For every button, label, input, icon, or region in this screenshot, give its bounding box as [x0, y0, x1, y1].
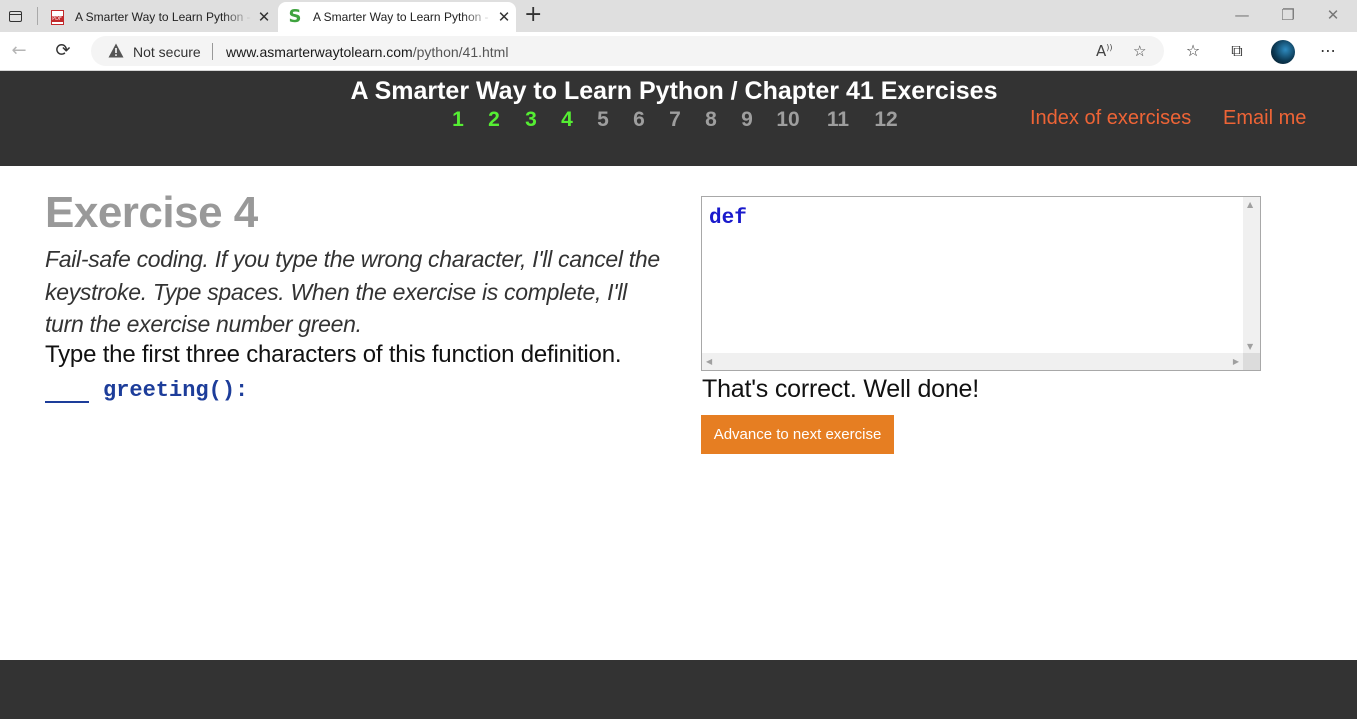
tab-separator: [37, 7, 38, 25]
new-tab-button[interactable]: +: [524, 4, 542, 26]
site-footer: [0, 660, 1357, 719]
exercise-number-12[interactable]: 12: [872, 108, 900, 132]
exercise-task: Type the first three characters of this …: [45, 341, 622, 368]
exercise-number-2[interactable]: 2: [480, 108, 508, 132]
exercise-number-10[interactable]: 10: [774, 108, 802, 132]
scroll-left-icon[interactable]: ◀: [706, 357, 712, 366]
advance-button[interactable]: Advance to next exercise: [701, 415, 894, 454]
favorites-icon[interactable]: ☆: [1182, 41, 1204, 60]
exercise-number-4[interactable]: 4: [553, 108, 581, 132]
page-title: A Smarter Way to Learn Python / Chapter …: [350, 77, 998, 105]
exercise-number-7[interactable]: 7: [661, 108, 689, 132]
code-editor[interactable]: def ▲ ▼ ◀ ▶: [701, 196, 1261, 371]
scroll-corner: [1243, 353, 1260, 370]
site-header: A Smarter Way to Learn Python / Chapter …: [0, 71, 1357, 166]
scroll-up-icon[interactable]: ▲: [1247, 200, 1253, 209]
more-menu-icon[interactable]: ⋯: [1317, 41, 1339, 60]
add-favorite-icon[interactable]: ☆: [1133, 42, 1146, 60]
profile-avatar[interactable]: [1271, 40, 1295, 64]
exercise-heading: Exercise 4: [45, 188, 258, 237]
exercise-number-6[interactable]: 6: [625, 108, 653, 132]
tab-actions-icon[interactable]: [4, 5, 26, 27]
address-bar[interactable]: Not secure www.asmarterwaytolearn.com/py…: [91, 36, 1164, 66]
restore-icon[interactable]: ❐: [1278, 6, 1298, 24]
exercise-number-3[interactable]: 3: [517, 108, 545, 132]
exercise-number-8[interactable]: 8: [697, 108, 725, 132]
editor-text[interactable]: def: [709, 207, 747, 230]
s-logo-icon: S: [288, 6, 302, 27]
read-aloud-icon[interactable]: A)): [1096, 42, 1113, 60]
code-blank: [45, 377, 89, 403]
tab-title: A Smarter Way to Learn Python - Mark Mye…: [75, 10, 252, 24]
exercise-instructions: Fail-safe coding. If you type the wrong …: [45, 246, 660, 337]
security-label[interactable]: Not secure: [133, 44, 201, 60]
back-icon[interactable]: ←: [7, 40, 31, 62]
warning-icon: [108, 43, 124, 58]
tab-title: A Smarter Way to Learn Python - Chapter …: [313, 10, 492, 24]
refresh-icon[interactable]: ⟳: [51, 40, 75, 62]
address-separator: [212, 43, 213, 60]
feedback-message: That's correct. Well done!: [702, 375, 980, 403]
scroll-down-icon[interactable]: ▼: [1247, 342, 1253, 351]
pdf-icon: [49, 9, 65, 25]
close-window-icon[interactable]: ✕: [1323, 6, 1343, 24]
code-prompt: greeting():: [45, 377, 248, 403]
close-tab-icon[interactable]: ✕: [492, 8, 516, 26]
exercise-number-5[interactable]: 5: [589, 108, 617, 132]
url-text[interactable]: www.asmarterwaytolearn.com/python/41.htm…: [226, 44, 508, 60]
exercise-number-1[interactable]: 1: [444, 108, 472, 132]
code-rest: greeting():: [103, 378, 249, 403]
collections-icon[interactable]: ⧉: [1226, 41, 1248, 61]
url-path: /python/41.html: [412, 44, 509, 60]
tab-chapter-41[interactable]: S A Smarter Way to Learn Python - Chapte…: [278, 2, 516, 32]
close-tab-icon[interactable]: ✕: [252, 8, 276, 26]
exercise-number-11[interactable]: 11: [824, 108, 852, 132]
index-of-exercises-link[interactable]: Index of exercises: [1030, 107, 1191, 130]
browser-toolbar: ← ⟳ Not secure www.asmarterwaytolearn.co…: [0, 32, 1357, 71]
email-me-link[interactable]: Email me: [1223, 107, 1306, 130]
exercise-number-9[interactable]: 9: [733, 108, 761, 132]
scroll-right-icon[interactable]: ▶: [1233, 357, 1239, 366]
browser-tab-bar: A Smarter Way to Learn Python - Mark Mye…: [0, 0, 1357, 32]
tab-pdf[interactable]: A Smarter Way to Learn Python - Mark Mye…: [40, 2, 276, 32]
horizontal-scrollbar[interactable]: ◀ ▶: [702, 353, 1243, 370]
vertical-scrollbar[interactable]: ▲ ▼: [1243, 197, 1260, 354]
url-host: www.asmarterwaytolearn.com: [226, 44, 413, 60]
minimize-icon[interactable]: —: [1232, 6, 1252, 24]
